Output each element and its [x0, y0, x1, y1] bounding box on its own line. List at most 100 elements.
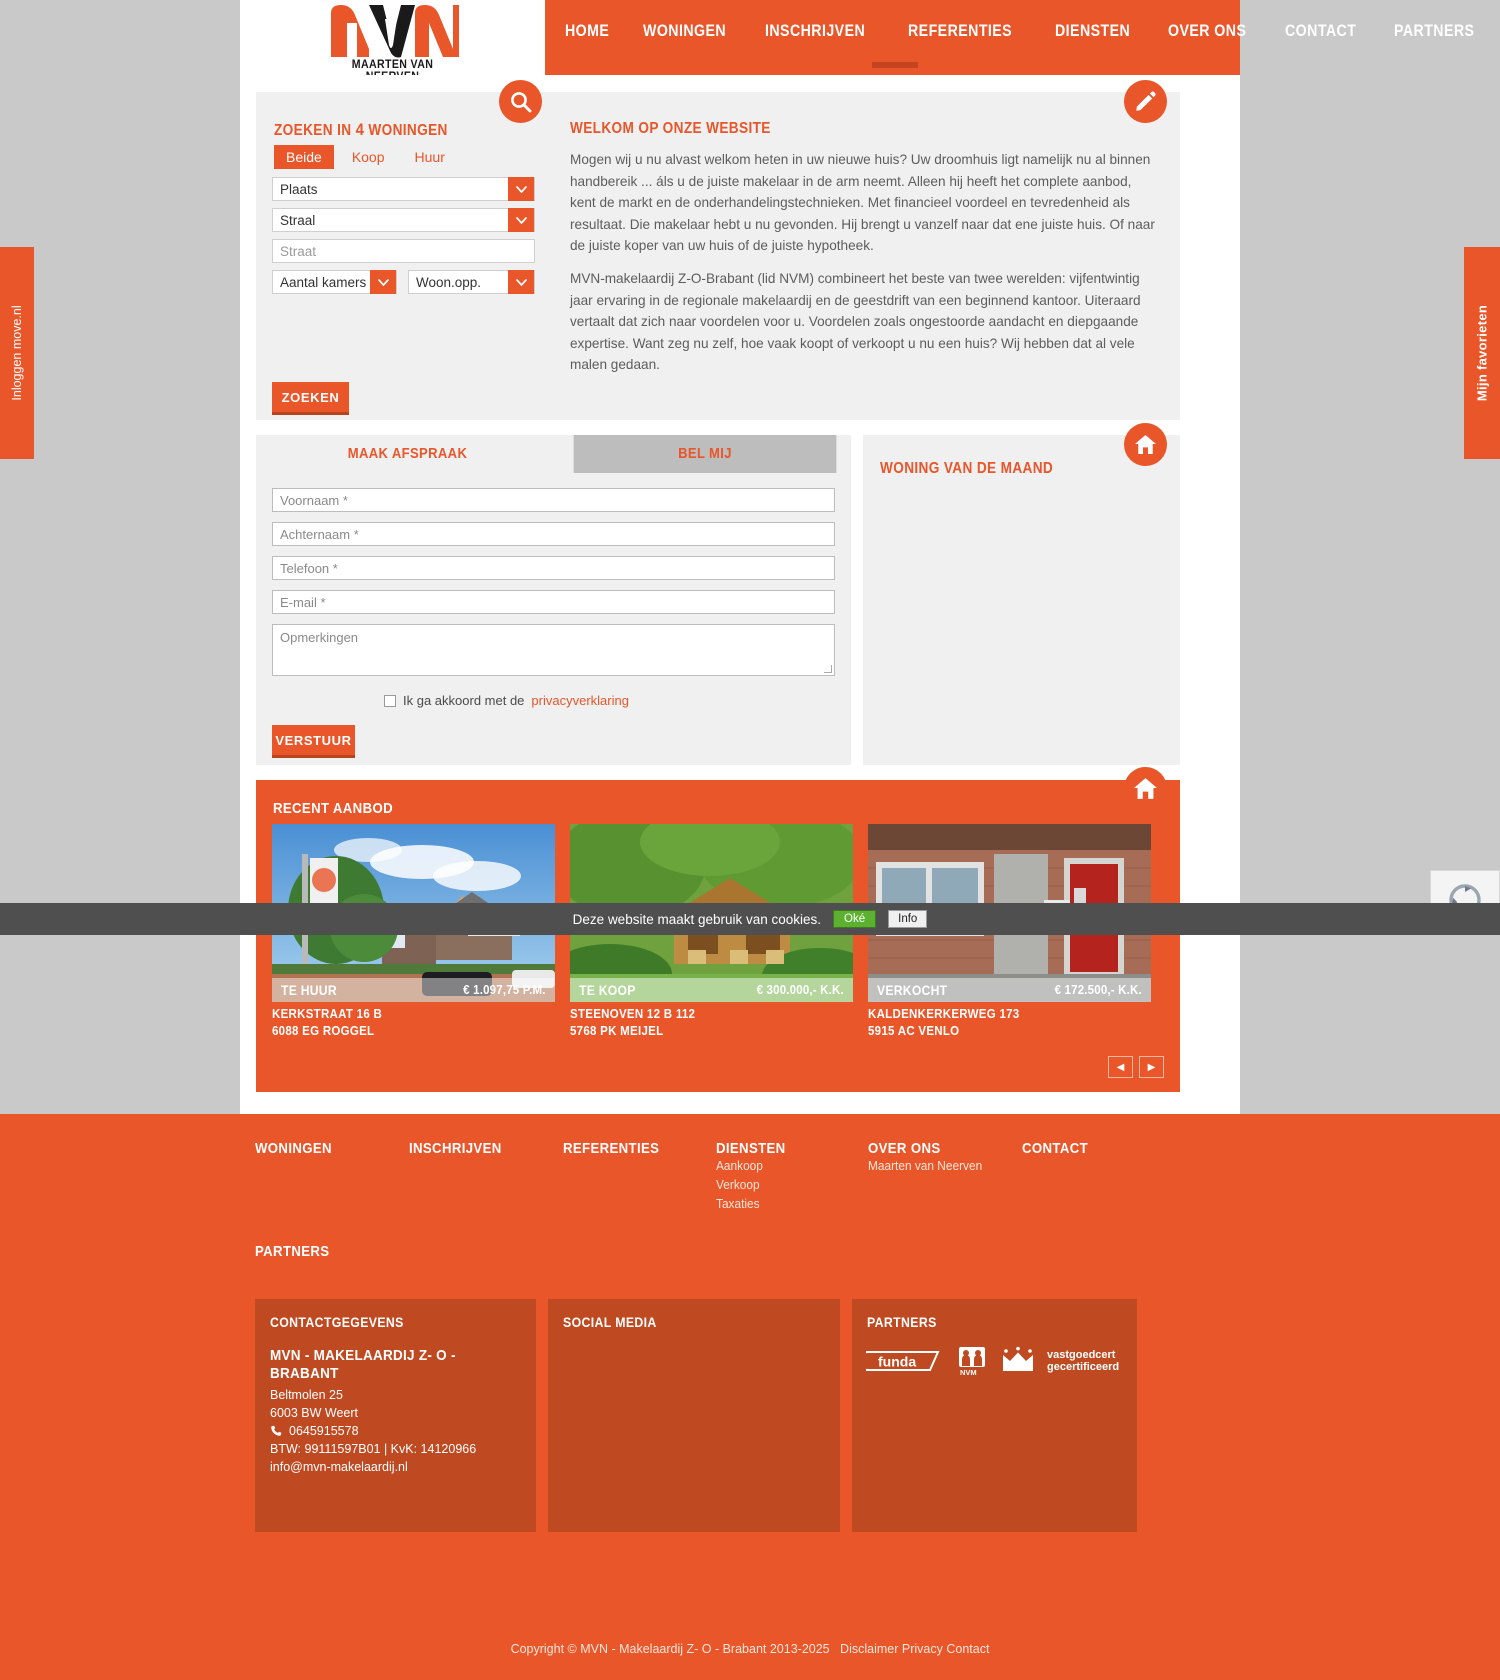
carousel-controls: ◀ ▶ [1108, 1056, 1164, 1078]
nav-item-diensten[interactable]: DIENSTEN [1055, 22, 1130, 41]
footer-link-aankoop[interactable]: Aankoop [716, 1157, 763, 1176]
contactgegevens-title: CONTACTGEGEVENS [270, 1314, 404, 1330]
zoeken-button[interactable]: ZOEKEN [272, 382, 349, 415]
footer-col-referenties[interactable]: REFERENTIES [563, 1140, 659, 1157]
tab-maak-afspraak[interactable]: MAAK AFSPRAAK [271, 435, 544, 473]
company-phone-row[interactable]: 0645915578 [270, 1422, 536, 1440]
welcome-panel: WELKOM OP ONZE WEBSITE Mogen wij u nu al… [551, 92, 1180, 420]
nav-list: HOME WONINGEN INSCHRIJVEN REFERENTIES DI… [545, 0, 1474, 62]
footer-col-contact[interactable]: CONTACT [1022, 1140, 1088, 1157]
partner-logo-row: funda NVM vastgoedcert gecertificeerd [866, 1346, 1119, 1376]
property-status: TE HUUR [281, 982, 337, 998]
privacy-checkbox[interactable] [384, 694, 396, 707]
property-address-block: STEENOVEN 12 B 112 5768 PK MEIJEL [570, 1002, 825, 1044]
privacy-agree-label: Ik ga akkoord met de [403, 693, 525, 708]
search-tab-beide[interactable]: Beide [274, 145, 334, 169]
phone-icon [271, 1425, 282, 1436]
aantal-kamers-select[interactable]: Aantal kamers [272, 270, 397, 294]
svg-text:funda: funda [878, 1354, 916, 1370]
footer-partners-heading[interactable]: PARTNERS [255, 1243, 329, 1260]
company-phone: 0645915578 [289, 1424, 359, 1438]
privacy-policy-link[interactable]: privacyverklaring [531, 693, 629, 708]
footer-col-over-ons[interactable]: OVER ONS [868, 1140, 941, 1157]
search-title-post: WONINGEN [364, 122, 448, 139]
opmerkingen-placeholder: Opmerkingen [280, 630, 359, 645]
welcome-paragraph-2: MVN-makelaardij Z-O-Brabant (lid NVM) co… [570, 271, 1141, 372]
nav-item-woningen[interactable]: WONINGEN [643, 22, 726, 41]
logo[interactable]: MAARTEN VAN NEERVEN [240, 0, 545, 83]
vastgoedcert-line2: gecertificeerd [1047, 1361, 1120, 1373]
footer-link-taxaties[interactable]: Taxaties [716, 1195, 760, 1214]
property-street: STEENOVEN 12 B 112 [570, 1006, 696, 1021]
nav-active-indicator [872, 62, 918, 68]
copyright-text: Copyright © MVN - Makelaardij Z- O - Bra… [510, 1642, 830, 1656]
carousel-prev-icon[interactable]: ◀ [1108, 1056, 1133, 1078]
favorites-label: Mijn favorieten [1474, 304, 1490, 402]
search-tab-huur[interactable]: Huur [403, 145, 457, 169]
chevron-down-icon[interactable] [508, 177, 534, 201]
nav-item-contact[interactable]: CONTACT [1285, 22, 1356, 41]
aantal-kamers-value: Aantal kamers [280, 274, 367, 290]
search-type-tabs: Beide Koop Huur [274, 145, 457, 169]
straal-select[interactable]: Straal [272, 208, 535, 232]
property-street: KERKSTRAAT 16 B [272, 1006, 383, 1021]
email-field[interactable]: E-mail * [272, 590, 835, 614]
cookie-accept-button[interactable]: Oké [833, 910, 877, 928]
property-address-block: KALDENKERKERWEG 173 5915 AC VENLO [868, 1002, 1123, 1044]
nav-item-partners[interactable]: PARTNERS [1394, 22, 1474, 41]
chevron-down-icon[interactable] [508, 270, 534, 294]
home-icon[interactable] [1124, 767, 1167, 810]
woonoppervlakte-value: Woon.opp. [416, 274, 482, 290]
social-media-title: SOCIAL MEDIA [563, 1314, 657, 1330]
favorites-tab[interactable]: Mijn favorieten [1464, 247, 1500, 459]
search-panel: ZOEKEN IN 4 WONINGEN Beide Koop Huur Pla… [256, 92, 551, 420]
verstuur-button[interactable]: VERSTUUR [272, 725, 355, 758]
search-icon[interactable] [499, 80, 542, 123]
straat-input[interactable]: Straat [272, 239, 535, 263]
footer-col-diensten[interactable]: DIENSTEN [716, 1140, 786, 1157]
nav-item-home[interactable]: HOME [565, 22, 609, 41]
straat-placeholder: Straat [280, 243, 317, 259]
footer-contact-link[interactable]: Contact [946, 1642, 989, 1656]
main-navigation: HOME WONINGEN INSCHRIJVEN REFERENTIES DI… [545, 0, 1474, 75]
funda-logo-icon[interactable]: funda [866, 1348, 944, 1374]
footer-privacy-link[interactable]: Privacy [902, 1642, 943, 1656]
nav-item-over-ons[interactable]: OVER ONS [1168, 22, 1246, 41]
footer-link-maarten-van-neerven[interactable]: Maarten van Neerven [868, 1157, 982, 1176]
opmerkingen-textarea[interactable]: Opmerkingen [272, 624, 835, 676]
edit-icon[interactable] [1124, 80, 1167, 123]
search-tab-koop[interactable]: Koop [340, 145, 397, 169]
nav-item-referenties[interactable]: REFERENTIES [908, 22, 1012, 41]
voornaam-field[interactable]: Voornaam * [272, 488, 835, 512]
footer-disclaimer-link[interactable]: Disclaimer [840, 1642, 898, 1656]
company-email[interactable]: info@mvn-makelaardij.nl [270, 1458, 536, 1476]
partners-box-title: PARTNERS [867, 1314, 937, 1330]
woonoppervlakte-select[interactable]: Woon.opp. [408, 270, 535, 294]
footer-col-woningen[interactable]: WONINGEN [255, 1140, 332, 1157]
property-city: 5768 PK MEIJEL [570, 1023, 664, 1038]
footer-link-verkoop[interactable]: Verkoop [716, 1176, 760, 1195]
property-price: € 172.500,- K.K. [1054, 983, 1142, 997]
chevron-down-icon[interactable] [508, 208, 534, 232]
company-street: Beltmolen 25 [270, 1388, 343, 1402]
plaats-select[interactable]: Plaats [272, 177, 535, 201]
cookie-info-button[interactable]: Info [888, 910, 928, 928]
property-street: KALDENKERKERWEG 173 [868, 1006, 1020, 1021]
house-glyph [1135, 434, 1156, 455]
copyright-bar: Copyright © MVN - Makelaardij Z- O - Bra… [0, 1642, 1500, 1656]
nav-item-inschrijven[interactable]: INSCHRIJVEN [765, 22, 865, 41]
achternaam-field[interactable]: Achternaam * [272, 522, 835, 546]
footer-col-inschrijven[interactable]: INSCHRIJVEN [409, 1140, 502, 1157]
vastgoedcert-label[interactable]: vastgoedcert gecertificeerd [1047, 1349, 1119, 1373]
straal-value: Straal [280, 212, 316, 228]
chevron-down-icon[interactable] [370, 270, 396, 294]
tab-bel-mij[interactable]: BEL MIJ [573, 435, 837, 473]
nvm-logo-icon[interactable]: NVM [955, 1346, 989, 1376]
resize-handle-icon[interactable] [824, 665, 832, 673]
login-move-tab[interactable]: Inloggen move.nl [0, 247, 34, 459]
recent-aanbod-title: RECENT AANBOD [273, 800, 393, 817]
home-icon[interactable] [1124, 423, 1167, 466]
crown-icon[interactable] [1000, 1346, 1036, 1376]
carousel-next-icon[interactable]: ▶ [1139, 1056, 1164, 1078]
telefoon-field[interactable]: Telefoon * [272, 556, 835, 580]
